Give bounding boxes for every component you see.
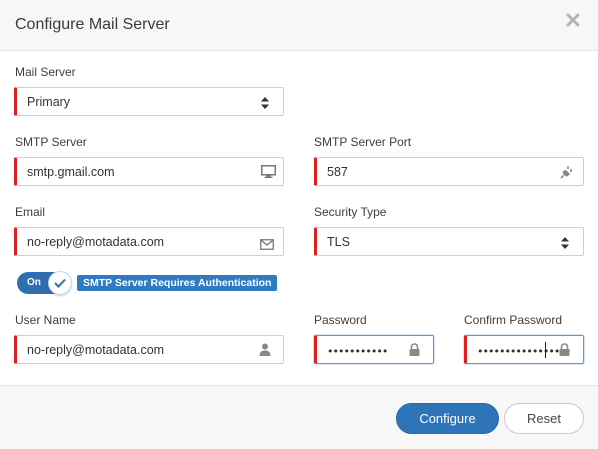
security-type-select[interactable]: TLS — [314, 227, 584, 256]
username-value: no-reply@motadata.com — [27, 343, 165, 357]
smtp-server-value: smtp.gmail.com — [27, 165, 115, 179]
reset-button[interactable]: Reset — [504, 403, 584, 434]
toggle-state-label: On — [27, 277, 41, 288]
security-type-value: TLS — [327, 235, 350, 249]
email-label: Email — [15, 205, 46, 219]
dialog-header: Configure Mail Server — [0, 0, 598, 51]
security-type-label: Security Type — [314, 205, 387, 219]
username-label: User Name — [15, 313, 76, 327]
smtp-port-value: 587 — [327, 165, 348, 179]
monitor-icon — [261, 165, 276, 179]
confirm-password-label: Confirm Password — [464, 313, 563, 327]
sort-arrows-icon — [560, 236, 574, 250]
smtp-port-input[interactable]: 587 — [314, 157, 584, 186]
email-field[interactable]: no-reply@motadata.com — [14, 227, 284, 256]
password-field[interactable]: ••••••••••• — [314, 335, 434, 364]
dialog-title: Configure Mail Server — [15, 16, 170, 33]
mail-server-select[interactable]: Primary — [14, 87, 284, 116]
smtp-server-input[interactable]: smtp.gmail.com — [14, 157, 284, 186]
sort-arrows-icon — [260, 96, 274, 110]
mail-server-label: Mail Server — [15, 65, 76, 79]
smtp-port-label: SMTP Server Port — [314, 135, 412, 149]
toggle-knob — [48, 271, 72, 295]
confirm-password-field[interactable]: ••••••••••••••••• — [464, 335, 584, 364]
lock-icon — [409, 343, 423, 357]
password-value: ••••••••••• — [327, 345, 388, 358]
close-icon[interactable] — [566, 13, 582, 31]
configure-button[interactable]: Configure — [396, 403, 499, 434]
email-value: no-reply@motadata.com — [27, 235, 165, 249]
auth-toggle[interactable]: On — [17, 271, 72, 295]
confirm-password-value: ••••••••••••••••• — [477, 345, 571, 358]
text-cursor — [545, 342, 546, 358]
username-input[interactable]: no-reply@motadata.com — [14, 335, 284, 364]
envelope-icon — [260, 237, 274, 251]
smtp-server-label: SMTP Server — [15, 135, 87, 149]
user-icon — [259, 343, 273, 357]
password-label: Password — [314, 313, 367, 327]
dialog-footer: Configure Reset — [0, 385, 598, 449]
lock-icon — [559, 343, 573, 357]
auth-requirement-label: SMTP Server Requires Authentication — [77, 275, 278, 291]
mail-server-value: Primary — [27, 95, 71, 109]
plug-icon — [560, 165, 574, 179]
